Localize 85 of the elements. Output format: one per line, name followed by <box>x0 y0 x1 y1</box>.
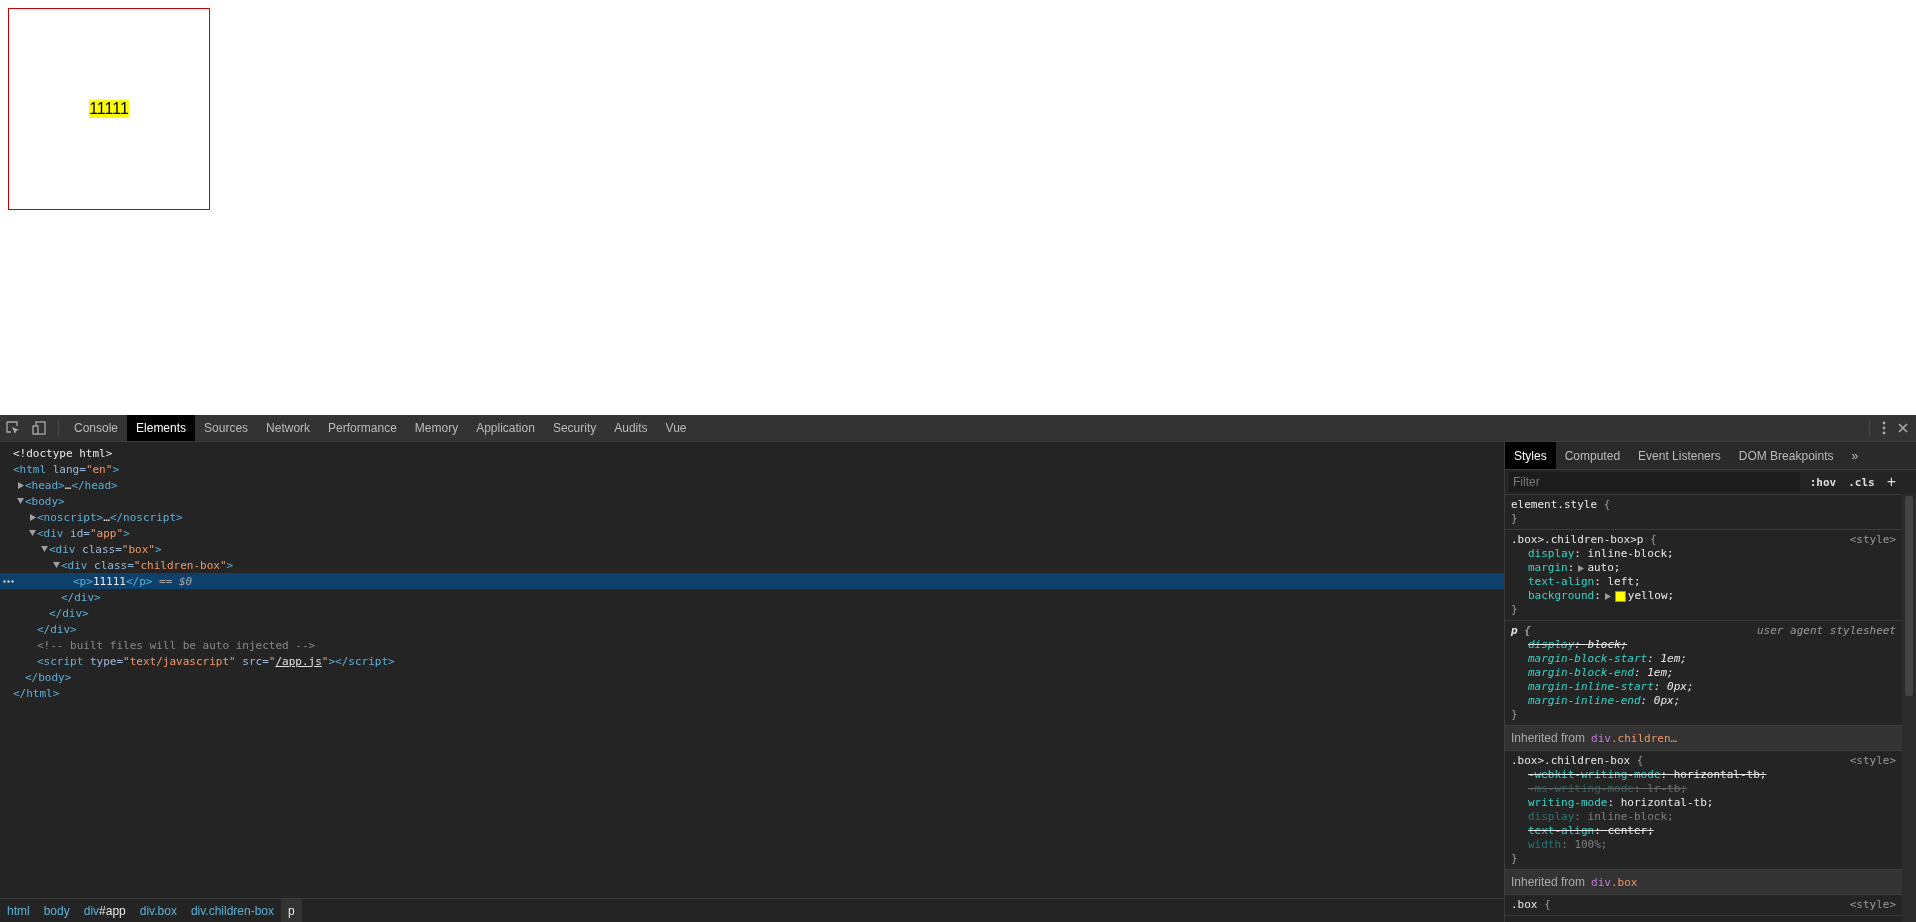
kebab-menu-icon[interactable] <box>1882 421 1886 435</box>
css-selector: .box>.children-box>p { <box>1511 533 1657 547</box>
css-declaration[interactable]: text-align: center; <box>1511 824 1896 838</box>
rule-source[interactable]: <style> <box>1849 898 1896 912</box>
panel-tab[interactable]: Application <box>467 415 544 441</box>
dom-node[interactable]: <!doctype html> <box>0 445 1504 461</box>
rule-source[interactable]: <style> <box>1849 754 1896 768</box>
css-declaration[interactable]: margin: auto; <box>1511 561 1896 575</box>
rule-source[interactable]: user agent stylesheet <box>1756 624 1896 638</box>
sidebar-tab[interactable]: Event Listeners <box>1629 442 1730 469</box>
expand-arrow-icon[interactable] <box>17 481 24 489</box>
cls-button[interactable]: .cls <box>1846 475 1877 489</box>
panel-tab[interactable]: Security <box>543 415 606 441</box>
color-swatch[interactable] <box>1614 590 1626 602</box>
dom-closing-tag[interactable]: </div> <box>0 589 1504 605</box>
css-selector: .box>.children-box { <box>1511 754 1644 768</box>
close-icon[interactable] <box>1898 423 1908 433</box>
inherited-label: Inherited from <box>1511 731 1586 745</box>
css-declaration[interactable]: -webkit-writing-mode: horizontal-tb; <box>1511 768 1896 782</box>
inherited-label: Inherited from <box>1511 875 1586 889</box>
css-selector: .box { <box>1511 898 1551 912</box>
dom-node[interactable]: <!-- built files will be auto injected --> <box>0 637 1504 653</box>
breadcrumb[interactable]: body <box>36 899 77 922</box>
css-selector: element.style { <box>1511 498 1611 512</box>
dom-closing-tag[interactable]: </div> <box>0 605 1504 621</box>
more-dots-icon[interactable] <box>3 580 14 583</box>
panel-tab[interactable]: Audits <box>605 415 657 441</box>
closing-brace: } <box>1511 708 1519 722</box>
css-selector: p { <box>1511 624 1531 638</box>
sidebar-tab[interactable]: DOM Breakpoints <box>1729 442 1843 469</box>
breadcrumb[interactable]: div#app <box>76 899 133 922</box>
breadcrumb[interactable]: div.box <box>132 899 184 922</box>
dom-closing-tag[interactable]: </body> <box>0 669 1504 685</box>
dom-node[interactable]: <p>11111</p> == $0 <box>0 573 1504 589</box>
dom-closing-tag[interactable]: </div> <box>0 621 1504 637</box>
element-link[interactable]: div.box <box>1591 875 1638 889</box>
closing-brace: } <box>1511 512 1519 526</box>
expand-arrow-icon[interactable] <box>29 513 36 521</box>
css-declaration[interactable]: display: inline-block; <box>1511 547 1896 561</box>
sidebar-tab[interactable]: Computed <box>1555 442 1630 469</box>
panel-tab[interactable]: Performance <box>319 415 406 441</box>
dom-closing-tag[interactable]: </html> <box>0 685 1504 701</box>
collapse-arrow-icon[interactable] <box>53 562 60 568</box>
panel-tab[interactable]: Memory <box>405 415 468 441</box>
breadcrumb[interactable]: div.children-box <box>183 899 282 922</box>
dom-node[interactable]: <noscript>…</noscript> <box>0 509 1504 525</box>
breadcrumb[interactable]: p <box>281 899 302 922</box>
sidebar-tab[interactable]: Styles <box>1505 442 1556 469</box>
closing-brace: } <box>1511 852 1519 866</box>
panel-tab[interactable]: Vue <box>656 415 696 441</box>
collapse-arrow-icon[interactable] <box>29 530 36 536</box>
panel-tab[interactable]: Network <box>257 415 320 441</box>
new-rule-button[interactable]: + <box>1884 473 1898 491</box>
collapse-arrow-icon[interactable] <box>41 546 48 552</box>
inspect-icon[interactable] <box>6 421 20 435</box>
css-declaration[interactable]: background: yellow; <box>1511 589 1896 603</box>
rule-source[interactable]: <style> <box>1849 533 1896 547</box>
css-declaration[interactable]: writing-mode: horizontal-tb; <box>1511 796 1896 810</box>
dom-node[interactable]: <head>…</head> <box>0 477 1504 493</box>
element-link[interactable]: div.children… <box>1591 731 1678 745</box>
breadcrumb[interactable]: html <box>0 899 37 922</box>
css-declaration[interactable]: margin-block-start: 1em; <box>1511 652 1896 666</box>
panel-tab[interactable]: Elements <box>127 415 196 441</box>
filter-field[interactable]: Filter <box>1509 472 1800 492</box>
css-declaration[interactable]: margin-block-end: 1em; <box>1511 666 1896 680</box>
more-tabs-button[interactable]: » <box>1842 442 1868 469</box>
dom-node[interactable]: <html lang="en"> <box>0 461 1504 477</box>
css-declaration[interactable]: margin-inline-end: 0px; <box>1511 694 1896 708</box>
panel-tab[interactable]: Console <box>65 415 128 441</box>
closing-brace: } <box>1511 603 1519 617</box>
dom-node[interactable]: <div class="box"> <box>0 541 1504 557</box>
css-declaration[interactable]: margin-inline-start: 0px; <box>1511 680 1896 694</box>
collapse-arrow-icon[interactable] <box>17 498 24 504</box>
expand-arrow-icon[interactable] <box>1577 564 1587 572</box>
dom-node[interactable]: <div id="app"> <box>0 525 1504 541</box>
css-declaration[interactable]: text-align: left; <box>1511 575 1896 589</box>
paragraph-text: 11111 <box>89 100 129 118</box>
dom-node[interactable]: <div class="children-box"> <box>0 557 1504 573</box>
hov-button[interactable]: :hov <box>1807 475 1839 489</box>
dom-node[interactable]: <body> <box>0 493 1504 509</box>
expand-arrow-icon[interactable] <box>1603 592 1613 600</box>
device-icon[interactable] <box>32 421 46 435</box>
dom-node[interactable]: <script type="text/javascript" src="/app.js"></script> <box>0 653 1504 669</box>
panel-tab[interactable]: Sources <box>195 415 258 441</box>
css-declaration[interactable]: display: block; <box>1511 638 1896 652</box>
